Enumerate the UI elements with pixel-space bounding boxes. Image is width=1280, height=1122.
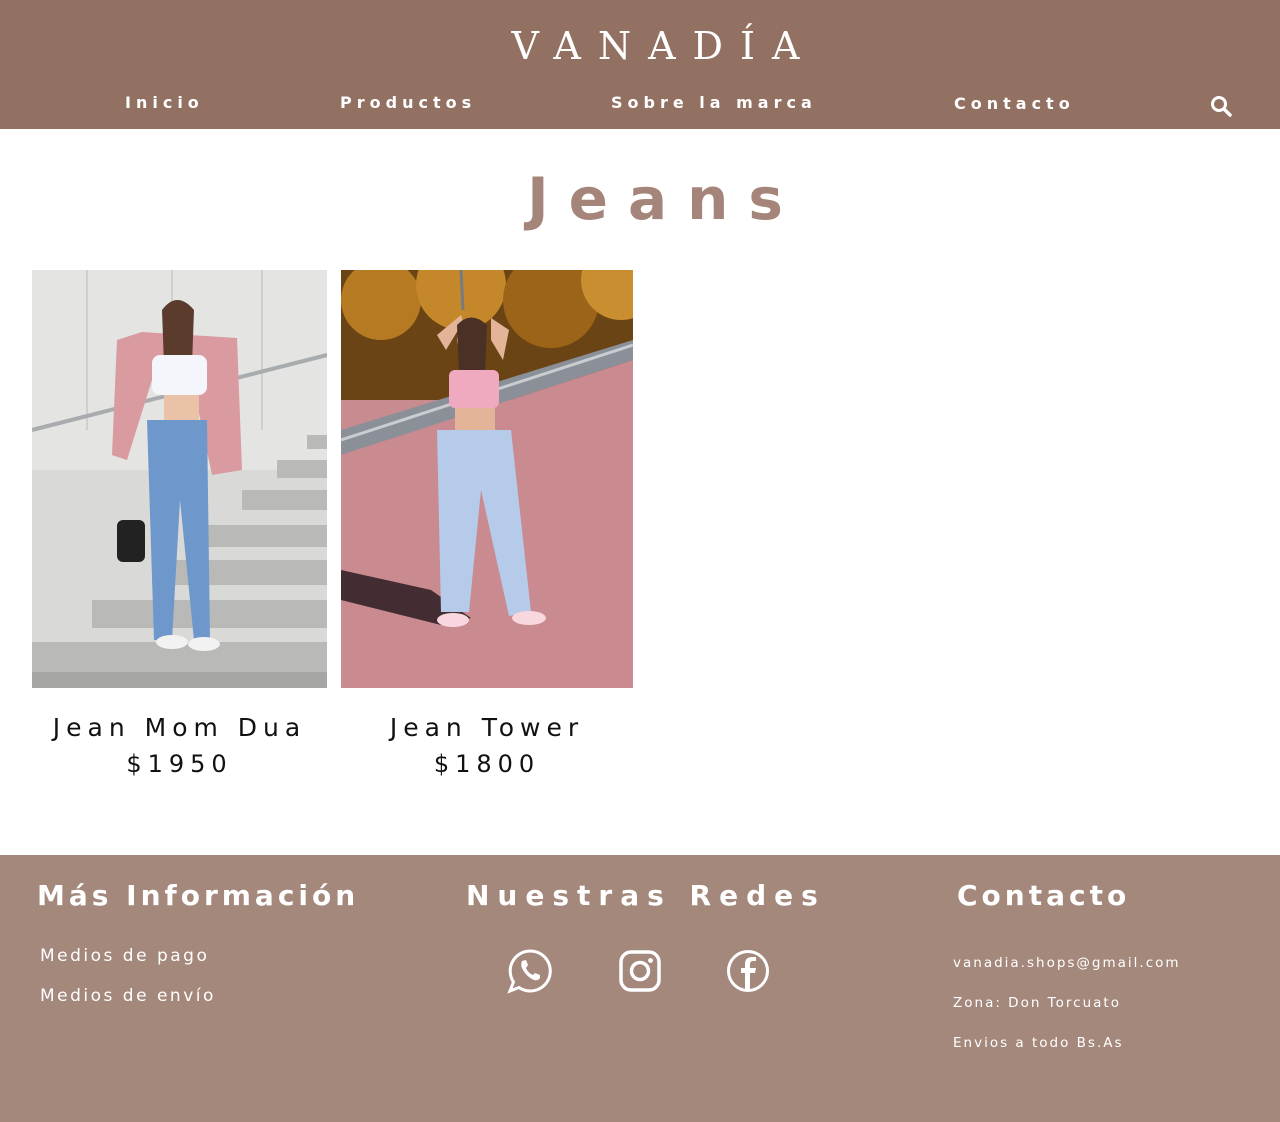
footer-heading-contacto: Contacto [957, 879, 1131, 912]
product-price: $1800 [433, 750, 541, 778]
contact-zone: Zona: Don Torcuato [953, 995, 1121, 1011]
instagram-icon[interactable] [617, 948, 663, 994]
site-header: VANADÍA Inicio Productos Sobre la marca … [0, 0, 1280, 129]
page-title: Jeans [527, 165, 803, 233]
brand-logo[interactable]: VANADÍA [0, 24, 1280, 68]
product-price: $1950 [126, 750, 233, 778]
site-footer: Más Información Medios de pago Medios de… [0, 855, 1280, 1122]
facebook-icon[interactable] [725, 948, 771, 994]
nav-item-productos[interactable]: Productos [340, 93, 476, 112]
product-card[interactable]: Jean Tower $1800 [341, 270, 633, 778]
footer-heading-redes: Nuestras Redes [466, 879, 826, 912]
footer-link-medios-de-envio[interactable]: Medios de envío [40, 986, 216, 1006]
product-name[interactable]: Jean Mom Dua [12, 713, 347, 742]
footer-heading-info: Más Información [37, 879, 360, 912]
whatsapp-icon[interactable] [507, 948, 553, 994]
footer-link-medios-de-pago[interactable]: Medios de pago [40, 946, 209, 966]
contact-email[interactable]: vanadia.shops@gmail.com [953, 955, 1181, 971]
nav-item-sobre-la-marca[interactable]: Sobre la marca [611, 93, 817, 112]
product-card[interactable]: Jean Mom Dua $1950 [32, 270, 327, 778]
nav-item-inicio[interactable]: Inicio [125, 93, 204, 112]
product-photo[interactable] [341, 270, 633, 688]
nav-item-contacto[interactable]: Contacto [954, 94, 1075, 113]
product-name[interactable]: Jean Tower [321, 713, 653, 742]
contact-shipping: Envios a todo Bs.As [953, 1035, 1124, 1051]
product-photo[interactable] [32, 270, 327, 688]
search-icon[interactable] [1209, 94, 1233, 118]
